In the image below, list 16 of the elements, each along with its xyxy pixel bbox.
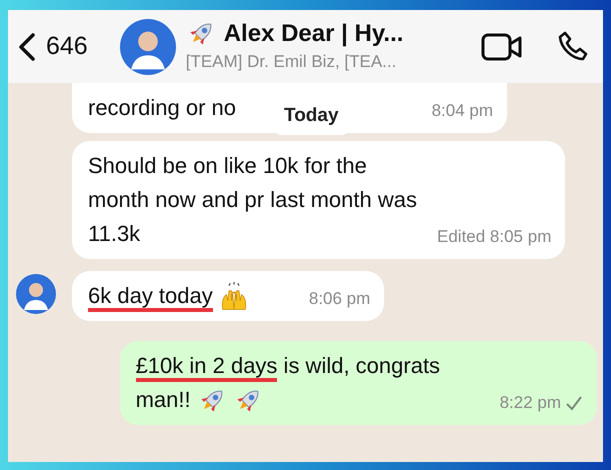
avatar[interactable] [120,18,176,74]
chat-subtitle: [TEAM] Dr. Emil Biz, [TEA... [186,50,398,73]
chat-title[interactable]: Alex Dear | Hy... [224,20,404,47]
message-text: 6k day today [88,279,249,313]
message-time: Edited 8:05 pm [437,227,552,247]
back-button[interactable]: 646 [16,28,88,66]
message-text: recording or no [88,94,236,122]
message-time: 8:06 pm [308,289,370,309]
back-icon [16,32,38,62]
call-button[interactable] [557,30,589,62]
video-call-button[interactable] [481,32,523,62]
message-time: 8:22 pm [500,393,561,413]
message-text: Should be on like 10k for the month now and pr last month was 11.3k [88,152,418,248]
message-text: £10k in 2 days is wild, congrats man!! [136,349,486,417]
avatar[interactable] [16,274,56,314]
message-time: 8:04 pm [432,101,493,121]
